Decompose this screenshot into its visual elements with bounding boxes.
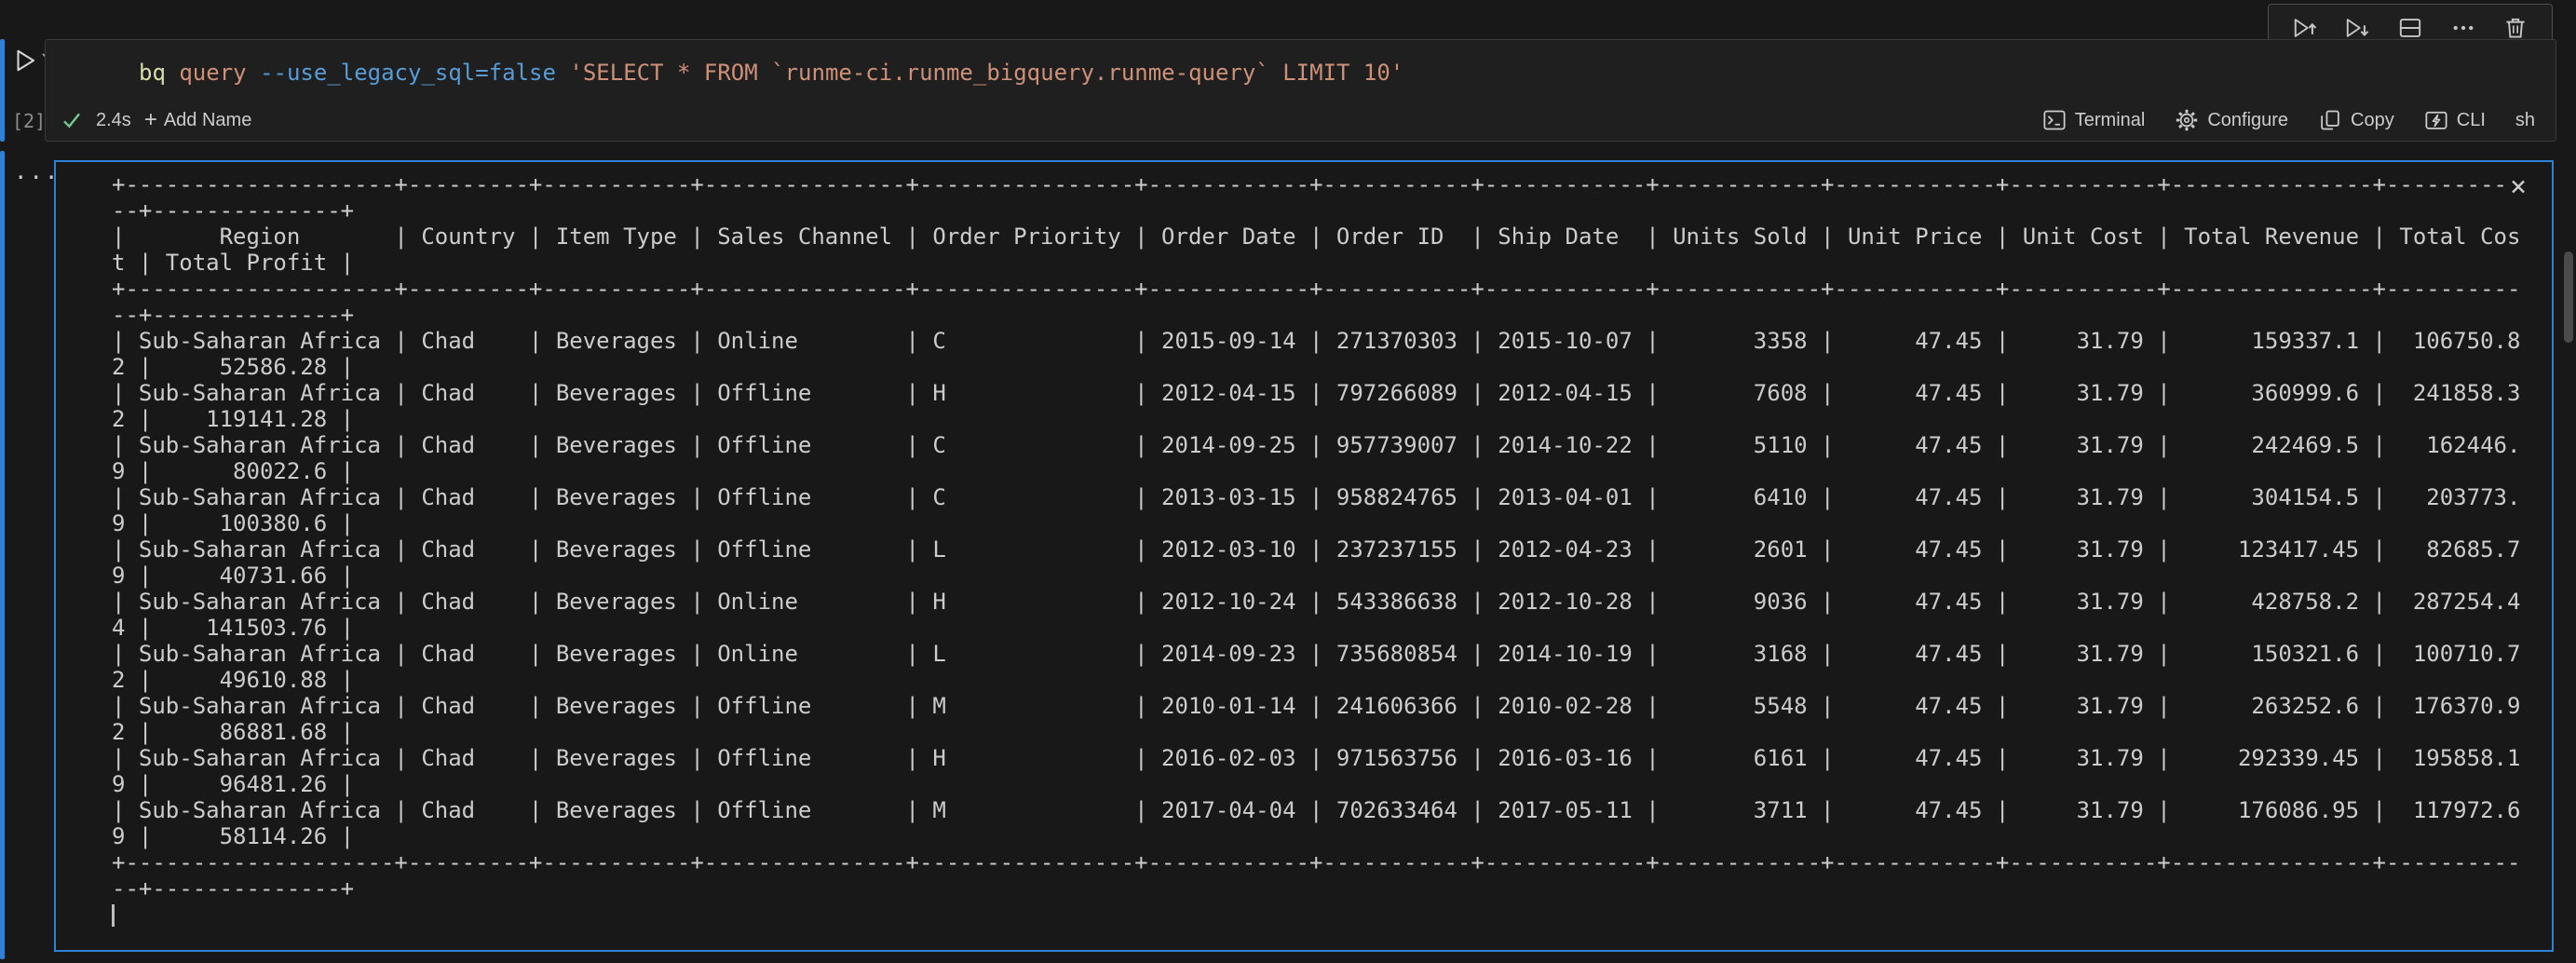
- output-collapse-button[interactable]: ...: [14, 158, 60, 184]
- configure-action[interactable]: Configure: [2175, 108, 2288, 132]
- cell-focus-bar: [0, 39, 5, 142]
- execute-below-icon: [2343, 14, 2371, 42]
- terminal-icon: [2042, 108, 2067, 132]
- terminal-cursor: [112, 904, 115, 927]
- check-icon: [61, 109, 83, 131]
- scrollbar-thumb[interactable]: [2564, 251, 2573, 343]
- status-left: 2.4s + Add Name: [61, 109, 251, 131]
- close-output-icon[interactable]: ×: [2505, 173, 2531, 201]
- copy-icon: [2318, 108, 2342, 132]
- terminal-action[interactable]: Terminal: [2042, 108, 2146, 132]
- plus-icon: +: [144, 111, 157, 129]
- play-icon: [11, 47, 39, 75]
- configure-label: Configure: [2207, 110, 2288, 131]
- copy-label: Copy: [2351, 110, 2394, 131]
- gear-icon: [2175, 108, 2199, 132]
- cell-language-picker[interactable]: sh: [2515, 110, 2535, 131]
- execution-duration: 2.4s: [96, 110, 131, 131]
- cli-action[interactable]: CLI: [2424, 108, 2486, 132]
- status-right: Terminal Configure: [2042, 108, 2535, 132]
- output-focus-bar: [0, 151, 5, 959]
- code-cell[interactable]: bq query --use_legacy_sql=false 'SELECT …: [45, 39, 2556, 142]
- execute-above-icon: [2291, 14, 2319, 42]
- terminal-output[interactable]: +--------------------+---------+--------…: [56, 162, 2552, 928]
- terminal-output-panel[interactable]: +--------------------+---------+--------…: [54, 160, 2554, 952]
- cli-label: CLI: [2457, 110, 2486, 131]
- trash-icon: [2502, 15, 2529, 41]
- add-name-label: Add Name: [164, 110, 252, 131]
- code-line[interactable]: bq query --use_legacy_sql=false 'SELECT …: [139, 59, 1403, 87]
- cell-status-bar: 2.4s + Add Name Terminal: [46, 100, 2556, 141]
- ellipsis-icon: [2450, 15, 2476, 41]
- split-cell-icon: [2397, 15, 2423, 41]
- copy-action[interactable]: Copy: [2318, 108, 2394, 132]
- cli-icon: [2424, 108, 2448, 132]
- add-name-button[interactable]: + Add Name: [144, 110, 252, 131]
- terminal-label: Terminal: [2075, 110, 2146, 131]
- execution-count: [2]: [12, 110, 46, 132]
